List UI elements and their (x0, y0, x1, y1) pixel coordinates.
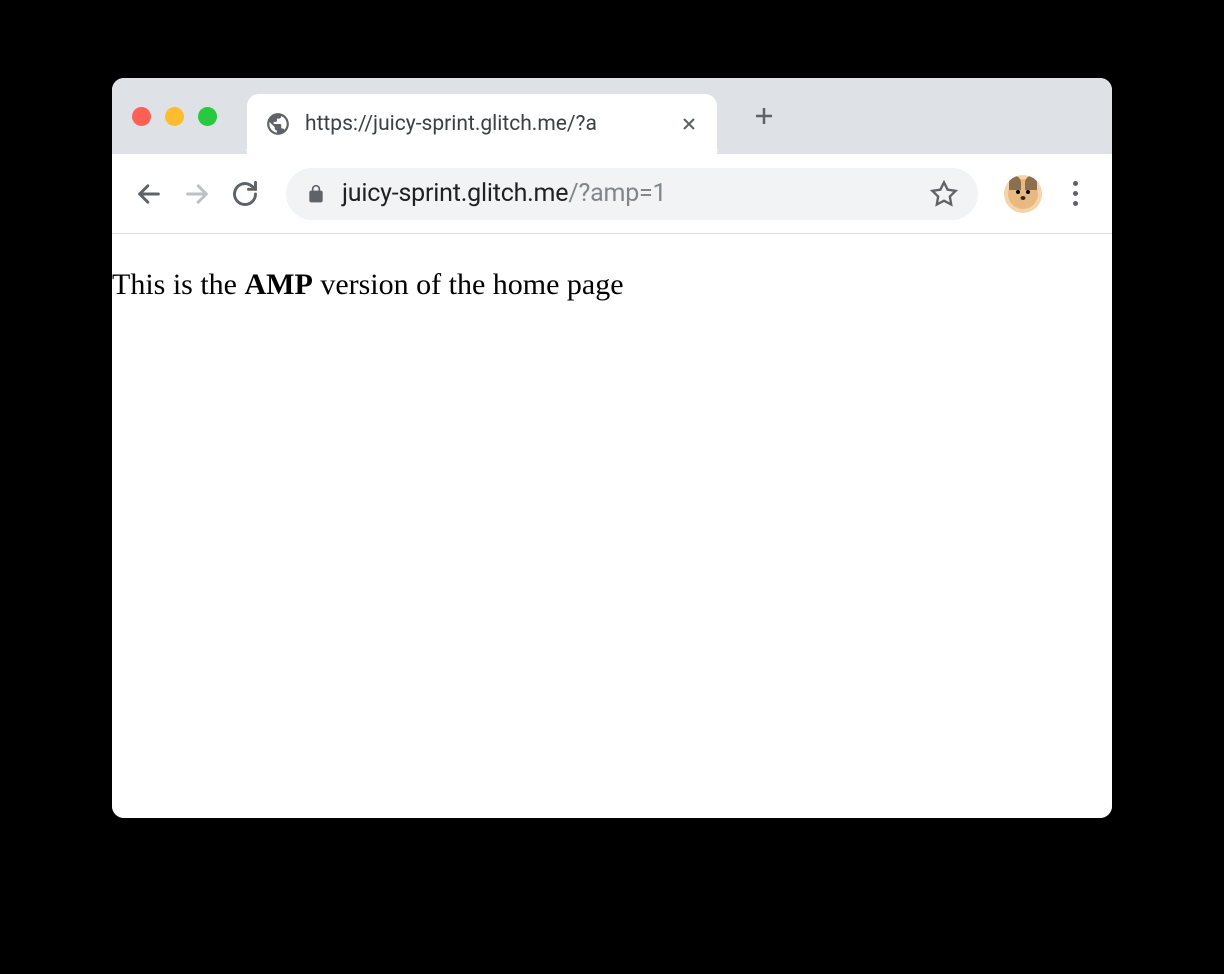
profile-avatar[interactable] (1004, 175, 1042, 213)
forward-button[interactable] (182, 179, 212, 209)
window-controls (132, 107, 217, 126)
browser-window: https://juicy-sprint.glitch.me/?a (112, 78, 1112, 818)
reload-button[interactable] (230, 179, 260, 209)
globe-icon (265, 111, 291, 137)
url-text: juicy-sprint.glitch.me/?amp=1 (342, 179, 914, 208)
address-bar[interactable]: juicy-sprint.glitch.me/?amp=1 (286, 168, 978, 220)
back-button[interactable] (134, 179, 164, 209)
bookmark-button[interactable] (930, 180, 958, 208)
text-prefix: This is the (112, 268, 245, 301)
url-domain: juicy-sprint.glitch.me (342, 179, 568, 208)
tab-bar: https://juicy-sprint.glitch.me/?a (112, 78, 1112, 154)
browser-toolbar: juicy-sprint.glitch.me/?amp=1 (112, 154, 1112, 234)
url-query: /?amp=1 (568, 179, 666, 208)
maximize-window-button[interactable] (198, 107, 217, 126)
lock-icon (306, 184, 326, 204)
new-tab-button[interactable] (752, 104, 776, 128)
tab-title: https://juicy-sprint.glitch.me/?a (305, 112, 665, 136)
minimize-window-button[interactable] (165, 107, 184, 126)
browser-tab[interactable]: https://juicy-sprint.glitch.me/?a (247, 94, 717, 154)
close-window-button[interactable] (132, 107, 151, 126)
menu-button[interactable] (1060, 179, 1090, 209)
text-bold: AMP (245, 268, 313, 301)
page-content: This is the AMP version of the home page (112, 234, 1112, 818)
more-vert-icon (1073, 181, 1078, 206)
page-text: This is the AMP version of the home page (112, 264, 1112, 306)
text-suffix: version of the home page (313, 268, 624, 301)
close-tab-button[interactable] (679, 114, 699, 134)
